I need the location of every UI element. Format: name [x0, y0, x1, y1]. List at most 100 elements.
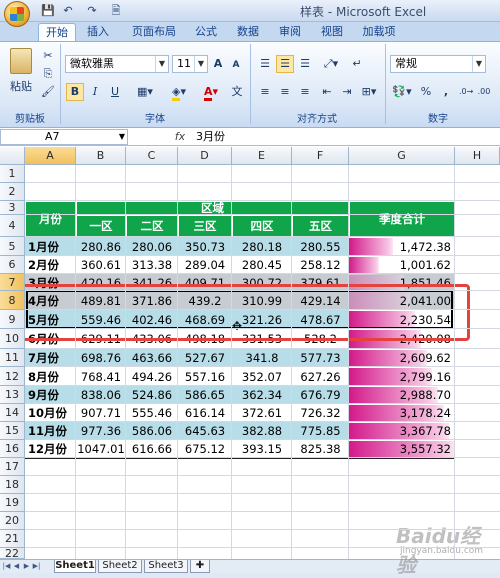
value-cell[interactable]: 372.61: [232, 404, 292, 422]
value-cell[interactable]: 494.26: [126, 367, 178, 386]
percent-button[interactable]: %: [418, 83, 434, 101]
office-button[interactable]: [4, 1, 30, 27]
row-header-7[interactable]: 7: [0, 274, 25, 291]
row-header-13[interactable]: 13: [0, 386, 25, 404]
column-header-f[interactable]: F: [292, 147, 349, 165]
decrease-indent-icon[interactable]: ⇤: [318, 83, 336, 101]
increase-decimal-icon[interactable]: .0→: [458, 83, 474, 101]
column-header-h[interactable]: H: [455, 147, 500, 165]
value-cell[interactable]: 1047.01: [76, 440, 126, 458]
bold-button[interactable]: B: [66, 83, 84, 101]
month-cell[interactable]: 2月份: [25, 256, 76, 274]
row-header-16[interactable]: 16: [0, 440, 25, 458]
row-header-9[interactable]: 9: [0, 310, 25, 329]
total-cell[interactable]: 3,178.24: [349, 404, 455, 422]
decrease-decimal-icon[interactable]: .00: [476, 83, 492, 101]
value-cell[interactable]: 555.46: [126, 404, 178, 422]
value-cell[interactable]: 825.38: [292, 440, 349, 458]
value-cell[interactable]: 676.79: [292, 386, 349, 404]
value-cell[interactable]: 675.12: [178, 440, 232, 458]
column-header-g[interactable]: G: [349, 147, 455, 165]
value-cell[interactable]: 352.07: [232, 367, 292, 386]
value-cell[interactable]: 726.32: [292, 404, 349, 422]
column-header-b[interactable]: B: [76, 147, 126, 165]
value-cell[interactable]: 280.06: [126, 237, 178, 256]
column-header-d[interactable]: D: [178, 147, 232, 165]
tab-insert[interactable]: 插入: [82, 23, 114, 42]
value-cell[interactable]: 313.38: [126, 256, 178, 274]
insert-function-icon[interactable]: fx: [172, 129, 188, 145]
value-cell[interactable]: 362.34: [232, 386, 292, 404]
align-top-icon[interactable]: ☰: [256, 55, 274, 73]
borders-icon[interactable]: ▦▾: [130, 83, 160, 101]
merge-center-icon[interactable]: ⊞▾: [358, 83, 380, 101]
row-header-5[interactable]: 5: [0, 237, 25, 256]
row-header-10[interactable]: 10: [0, 329, 25, 349]
value-cell[interactable]: 768.41: [76, 367, 126, 386]
value-cell[interactable]: 977.36: [76, 422, 126, 440]
column-header-e[interactable]: E: [232, 147, 292, 165]
copy-icon[interactable]: ⎘: [40, 65, 56, 83]
value-cell[interactable]: 616.66: [126, 440, 178, 458]
tab-page-layout[interactable]: 页面布局: [128, 23, 180, 42]
row-header-2[interactable]: 2: [0, 183, 25, 201]
total-cell[interactable]: 3,557.32: [349, 440, 455, 458]
insert-sheet-icon[interactable]: ✚: [190, 560, 210, 573]
row-header-12[interactable]: 12: [0, 367, 25, 386]
value-cell[interactable]: 393.15: [232, 440, 292, 458]
value-cell[interactable]: 289.04: [178, 256, 232, 274]
last-sheet-icon[interactable]: ▶|: [32, 561, 41, 571]
align-middle-icon[interactable]: ☰: [276, 55, 294, 73]
value-cell[interactable]: 627.26: [292, 367, 349, 386]
select-all-corner[interactable]: [0, 147, 25, 165]
sheet-tab-3[interactable]: Sheet3: [144, 560, 188, 573]
increase-indent-icon[interactable]: ⇥: [338, 83, 356, 101]
value-cell[interactable]: 645.63: [178, 422, 232, 440]
value-cell[interactable]: 838.06: [76, 386, 126, 404]
row-header-21[interactable]: 21: [0, 530, 25, 548]
prev-sheet-icon[interactable]: ◀: [12, 561, 21, 571]
value-cell[interactable]: 586.06: [126, 422, 178, 440]
phonetic-icon[interactable]: 文: [228, 83, 246, 101]
value-cell[interactable]: 907.71: [76, 404, 126, 422]
total-cell[interactable]: 1,472.38: [349, 237, 455, 256]
value-cell[interactable]: 350.73: [178, 237, 232, 256]
total-cell[interactable]: 2,988.70: [349, 386, 455, 404]
value-cell[interactable]: 280.55: [292, 237, 349, 256]
chevron-down-icon[interactable]: ▼: [119, 130, 125, 144]
value-cell[interactable]: 463.66: [126, 349, 178, 367]
value-cell[interactable]: 775.85: [292, 422, 349, 440]
font-name-box[interactable]: 微软雅黑 ▼: [65, 55, 169, 73]
orientation-icon[interactable]: ⤢▾: [318, 55, 344, 73]
value-cell[interactable]: 527.67: [178, 349, 232, 367]
row-header-19[interactable]: 19: [0, 494, 25, 512]
row-header-15[interactable]: 15: [0, 422, 25, 440]
row-header-8[interactable]: 8: [0, 291, 25, 310]
month-cell[interactable]: 10月份: [25, 404, 76, 422]
total-cell[interactable]: 3,367.78: [349, 422, 455, 440]
row-header-3[interactable]: 3: [0, 201, 25, 215]
month-cell[interactable]: 7月份: [25, 349, 76, 367]
total-cell[interactable]: 1,001.62: [349, 256, 455, 274]
row-header-18[interactable]: 18: [0, 476, 25, 494]
sheet-tab-1[interactable]: Sheet1: [54, 560, 96, 573]
undo-icon[interactable]: ↶: [60, 3, 76, 18]
value-cell[interactable]: 341.8: [232, 349, 292, 367]
wrap-text-icon[interactable]: ↵: [348, 55, 366, 73]
grow-font-button[interactable]: A: [210, 55, 226, 73]
row-header-6[interactable]: 6: [0, 256, 25, 274]
shrink-font-button[interactable]: A: [228, 56, 244, 74]
value-cell[interactable]: 280.86: [76, 237, 126, 256]
total-cell[interactable]: 2,799.16: [349, 367, 455, 386]
value-cell[interactable]: 698.76: [76, 349, 126, 367]
fill-color-icon[interactable]: ◈▾: [164, 83, 194, 101]
row-header-22[interactable]: 22: [0, 547, 25, 560]
format-painter-icon[interactable]: 🖌: [40, 83, 56, 101]
value-cell[interactable]: 382.88: [232, 422, 292, 440]
value-cell[interactable]: 258.12: [292, 256, 349, 274]
value-cell[interactable]: 557.16: [178, 367, 232, 386]
redo-icon[interactable]: ↷: [84, 3, 100, 18]
total-cell[interactable]: 2,609.62: [349, 349, 455, 367]
row-header-14[interactable]: 14: [0, 404, 25, 422]
value-cell[interactable]: 280.45: [232, 256, 292, 274]
